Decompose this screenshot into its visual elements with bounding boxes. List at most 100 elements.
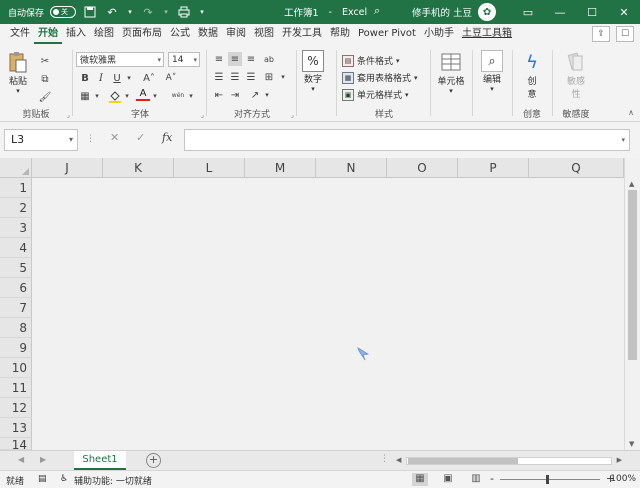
tab-home[interactable]: 开始: [34, 24, 62, 44]
format-as-table-button[interactable]: ▦ 套用表格格式 ▾: [342, 71, 418, 84]
customize-qat-icon[interactable]: ▾: [198, 4, 206, 20]
formula-input[interactable]: ▾: [184, 129, 630, 151]
clipboard-launcher-icon[interactable]: ⌟: [67, 111, 70, 119]
undo-dropdown-icon[interactable]: ▾: [126, 4, 134, 20]
tab-formulas[interactable]: 公式: [166, 24, 194, 44]
horizontal-scrollbar[interactable]: ◀ ▶: [396, 455, 622, 467]
redo-icon[interactable]: ↷: [140, 4, 156, 20]
row-header-5[interactable]: 5: [0, 258, 32, 278]
font-size-select[interactable]: 14 ▾: [168, 52, 200, 67]
page-layout-view-icon[interactable]: ▣: [440, 473, 456, 486]
accessibility-status[interactable]: 辅助功能: 一切就绪: [74, 474, 152, 487]
orientation-dropdown-icon[interactable]: ▾: [260, 88, 274, 102]
minimize-icon[interactable]: —: [544, 0, 576, 24]
user-account[interactable]: 修手机的 土豆 ✿: [412, 0, 497, 24]
zoom-level[interactable]: 100%: [610, 474, 636, 484]
search-icon[interactable]: ⌕: [374, 4, 380, 18]
editing-button[interactable]: ⌕ 编辑 ▾: [478, 50, 506, 93]
format-painter-icon[interactable]: 🖌: [38, 90, 52, 104]
add-sheet-button[interactable]: +: [146, 453, 161, 468]
align-center-icon[interactable]: ☰: [228, 70, 242, 84]
print-icon[interactable]: [176, 4, 192, 20]
tab-view[interactable]: 视图: [250, 24, 278, 44]
cancel-entry-button[interactable]: ✕: [110, 131, 119, 144]
page-break-view-icon[interactable]: ▥: [468, 473, 484, 486]
conditional-format-button[interactable]: ▤ 条件格式 ▾: [342, 54, 400, 67]
row-header-1[interactable]: 1: [0, 178, 32, 198]
autosave-toggle[interactable]: 关: [50, 6, 77, 18]
scroll-down-icon[interactable]: ▼: [629, 440, 634, 448]
zoom-slider[interactable]: [500, 479, 600, 480]
collapse-ribbon-icon[interactable]: ∧: [628, 108, 634, 117]
close-icon[interactable]: ✕: [608, 0, 640, 24]
tab-assistant[interactable]: 小助手: [420, 24, 458, 44]
column-header-j[interactable]: J: [32, 158, 103, 178]
align-top-icon[interactable]: ≡: [212, 52, 226, 66]
column-header-m[interactable]: M: [245, 158, 316, 178]
normal-view-icon[interactable]: ▦: [412, 473, 428, 486]
row-header-3[interactable]: 3: [0, 218, 32, 238]
name-box[interactable]: L3 ▾: [4, 129, 78, 151]
copy-icon[interactable]: ⧉: [38, 72, 52, 86]
column-header-q[interactable]: Q: [529, 158, 624, 178]
tab-toolbox[interactable]: 土豆工具箱: [458, 24, 516, 44]
italic-button[interactable]: I: [94, 71, 108, 85]
row-header-6[interactable]: 6: [0, 278, 32, 298]
decrease-indent-icon[interactable]: ⇤: [212, 88, 226, 102]
number-format-button[interactable]: % 数字 ▾: [302, 50, 324, 93]
confirm-entry-button[interactable]: ✓: [136, 131, 145, 144]
sensitivity-button[interactable]: 敏感 性: [560, 50, 592, 100]
accessibility-icon[interactable]: ♿: [60, 474, 68, 484]
merge-center-icon[interactable]: ⊞: [262, 70, 276, 84]
tab-help[interactable]: 帮助: [326, 24, 354, 44]
save-icon[interactable]: [82, 4, 98, 20]
paste-button[interactable]: 粘贴 ▾: [6, 50, 30, 95]
expand-formula-icon[interactable]: ▾: [621, 136, 625, 144]
fill-dropdown-icon[interactable]: ▾: [120, 89, 134, 103]
column-header-k[interactable]: K: [103, 158, 174, 178]
horizontal-scroll-thumb[interactable]: [408, 458, 518, 464]
align-left-icon[interactable]: ☰: [212, 70, 226, 84]
column-header-p[interactable]: P: [458, 158, 529, 178]
cells-button[interactable]: 单元格 ▾: [434, 50, 468, 95]
font-color-dropdown-icon[interactable]: ▾: [148, 89, 162, 103]
increase-indent-icon[interactable]: ⇥: [228, 88, 242, 102]
scroll-left-icon[interactable]: ◀: [396, 456, 401, 464]
tab-data[interactable]: 数据: [194, 24, 222, 44]
tab-review[interactable]: 审阅: [222, 24, 250, 44]
align-bottom-icon[interactable]: ≡: [244, 52, 258, 66]
sheet-tab-sheet1[interactable]: Sheet1: [74, 451, 126, 470]
restore-icon[interactable]: ☐: [576, 0, 608, 24]
tab-file[interactable]: 文件: [6, 24, 34, 44]
vertical-scrollbar[interactable]: ▲ ▼: [624, 158, 640, 450]
grow-font-button[interactable]: A˄: [140, 71, 158, 85]
align-right-icon[interactable]: ☰: [244, 70, 258, 84]
alignment-launcher-icon[interactable]: ⌟: [291, 111, 294, 119]
scroll-right-icon[interactable]: ▶: [617, 456, 622, 464]
wrap-text-button[interactable]: ab: [262, 52, 276, 66]
tab-draw[interactable]: 绘图: [90, 24, 118, 44]
row-header-2[interactable]: 2: [0, 198, 32, 218]
tab-page-layout[interactable]: 页面布局: [118, 24, 166, 44]
row-header-14[interactable]: 14: [0, 438, 32, 450]
tab-power-pivot[interactable]: Power Pivot: [354, 24, 420, 44]
row-header-10[interactable]: 10: [0, 358, 32, 378]
font-launcher-icon[interactable]: ⌟: [201, 111, 204, 119]
shrink-font-button[interactable]: A˅: [162, 71, 180, 85]
ribbon-display-icon[interactable]: ▭: [512, 0, 544, 24]
column-header-l[interactable]: L: [174, 158, 245, 178]
row-header-11[interactable]: 11: [0, 378, 32, 398]
comments-icon[interactable]: ☐: [616, 26, 634, 42]
tab-insert[interactable]: 插入: [62, 24, 90, 44]
ideas-button[interactable]: ϟ 创 意: [518, 50, 546, 101]
share-icon[interactable]: ⇪: [592, 26, 610, 42]
align-middle-icon[interactable]: ≡: [228, 52, 242, 66]
underline-dropdown-icon[interactable]: ▾: [122, 71, 136, 85]
prev-sheet-icon[interactable]: ◀: [18, 455, 24, 464]
row-header-8[interactable]: 8: [0, 318, 32, 338]
borders-dropdown-icon[interactable]: ▾: [90, 89, 104, 103]
macro-record-icon[interactable]: ▤: [38, 474, 47, 484]
tab-split-icon[interactable]: ⋮: [380, 454, 389, 464]
tab-developer[interactable]: 开发工具: [278, 24, 326, 44]
bold-button[interactable]: B: [78, 71, 92, 85]
